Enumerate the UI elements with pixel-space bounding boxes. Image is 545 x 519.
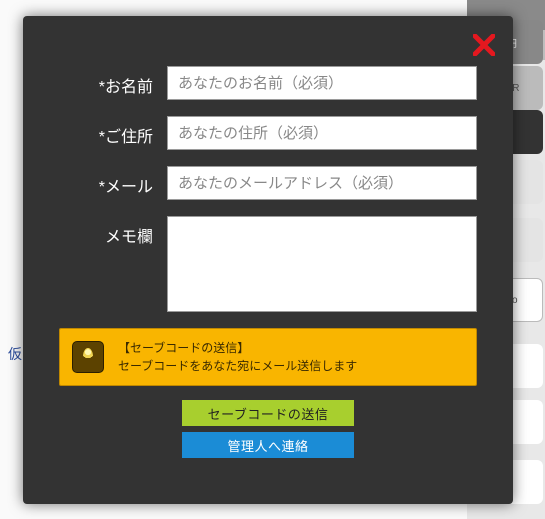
field-row-memo: メモ欄 xyxy=(59,216,477,312)
field-row-address: *ご住所 xyxy=(59,116,477,150)
name-input[interactable] xyxy=(167,66,477,100)
email-input[interactable] xyxy=(167,166,477,200)
info-line-1: 【セーブコードの送信】 xyxy=(118,339,357,357)
address-label: *ご住所 xyxy=(59,116,167,147)
info-text: 【セーブコードの送信】 セーブコードをあなた宛にメール送信します xyxy=(118,339,357,375)
lightbulb-icon xyxy=(72,341,104,373)
info-line-2: セーブコードをあなた宛にメール送信します xyxy=(118,357,357,375)
name-label: *お名前 xyxy=(59,66,167,97)
save-code-modal: *お名前 *ご住所 *メール メモ欄 【セーブコードの送信】 セーブコードをあな… xyxy=(23,16,513,504)
field-row-name: *お名前 xyxy=(59,66,477,100)
contact-admin-button[interactable]: 管理人へ連絡 xyxy=(182,432,354,458)
address-input[interactable] xyxy=(167,116,477,150)
button-stack: セーブコードの送信 管理人へ連絡 xyxy=(59,400,477,458)
info-box: 【セーブコードの送信】 セーブコードをあなた宛にメール送信します xyxy=(59,328,477,386)
bg-text-fragment: 仮 xyxy=(8,344,24,368)
close-icon[interactable] xyxy=(473,34,495,56)
send-save-code-button[interactable]: セーブコードの送信 xyxy=(182,400,354,426)
memo-label: メモ欄 xyxy=(59,216,167,247)
memo-textarea[interactable] xyxy=(167,216,477,312)
email-label: *メール xyxy=(59,166,167,197)
field-row-email: *メール xyxy=(59,166,477,200)
